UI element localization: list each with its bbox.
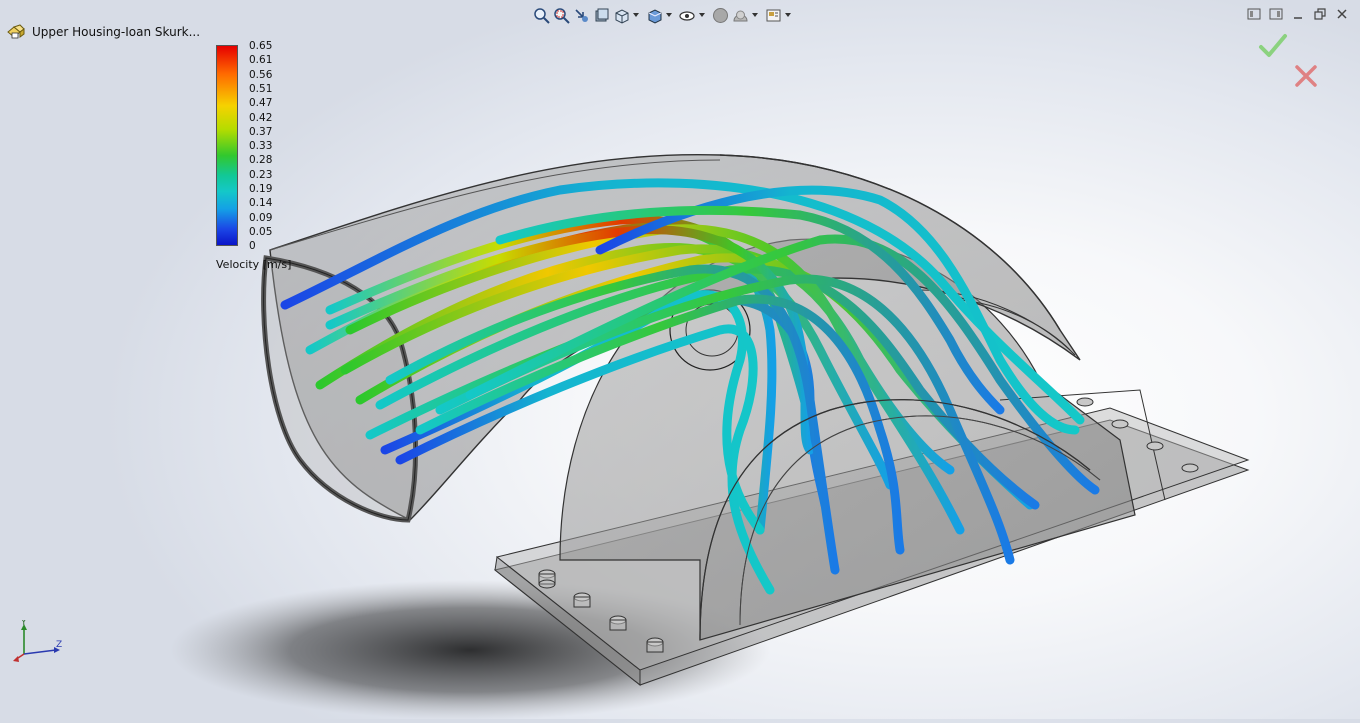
legend-tick-label: 0.47 — [249, 97, 273, 110]
previous-view-icon — [574, 8, 588, 22]
section-view-icon — [595, 8, 608, 21]
edit-appearance-icon — [712, 7, 728, 23]
restore-icon — [1314, 8, 1326, 20]
legend-tick-label: 0.33 — [249, 140, 273, 153]
legend-tick-label: 0.14 — [249, 197, 273, 210]
hide-show-items-button[interactable] — [678, 5, 696, 25]
minimize-icon — [1294, 17, 1302, 19]
legend-tick-label: 0.56 — [249, 68, 273, 81]
view-orientation-dropdown[interactable] — [632, 5, 639, 25]
apply-scene-button[interactable] — [731, 5, 749, 25]
minimize-button[interactable] — [1290, 6, 1306, 22]
restore-button[interactable] — [1312, 6, 1328, 22]
legend-tick-label: 0.19 — [249, 183, 273, 195]
flow-trajectories-model — [170, 153, 1250, 720]
hide-show-items-dropdown[interactable] — [698, 5, 705, 25]
zoom-to-area-button[interactable] — [552, 5, 570, 25]
confirm-checkmark-icon[interactable] — [1258, 32, 1288, 60]
view-settings-dropdown[interactable] — [784, 5, 791, 25]
close-button[interactable] — [1334, 6, 1350, 22]
legend-tick-label: 0.61 — [249, 54, 273, 67]
view-orientation-icon — [615, 8, 628, 24]
legend-tick-label: 0.23 — [249, 168, 273, 181]
view-settings-button[interactable] — [764, 5, 782, 25]
apply-scene-icon — [732, 10, 748, 21]
legend-tick-label: 0.05 — [249, 225, 273, 238]
cancel-x-icon[interactable] — [1292, 62, 1320, 90]
zoom-to-area-icon — [553, 7, 570, 24]
triad-z-label: Z — [56, 640, 62, 650]
tile-horizontal-button[interactable] — [1246, 6, 1262, 22]
previous-view-button[interactable] — [572, 5, 590, 25]
tile-vertical-icon — [1269, 8, 1283, 20]
heads-up-view-toolbar — [532, 4, 795, 26]
feature-tree-part[interactable]: Upper Housing-Ioan Skurk... — [6, 22, 200, 42]
display-style-button[interactable] — [645, 5, 663, 25]
window-controls — [1246, 6, 1350, 22]
triad-y-label: Y — [20, 620, 27, 628]
chevron-down-icon — [784, 13, 791, 17]
chevron-down-icon — [751, 13, 758, 17]
chevron-down-icon — [698, 13, 705, 17]
view-orientation-button[interactable] — [612, 5, 630, 25]
tile-vertical-button[interactable] — [1268, 6, 1284, 22]
hide-show-items-icon — [678, 10, 695, 21]
legend-tick-label: 0.42 — [249, 111, 273, 124]
legend-tick-label: 0.28 — [249, 154, 273, 167]
legend-title: Velocity [m/s] — [216, 258, 292, 271]
graphics-viewport[interactable]: Upper Housing-Ioan Skurk... 0.65 0.61 0.… — [0, 0, 1360, 720]
edit-appearance-button[interactable] — [711, 5, 729, 25]
reference-triad: Y Z — [13, 620, 62, 662]
display-style-icon — [648, 8, 661, 24]
part-icon — [7, 24, 25, 39]
velocity-legend: 0.65 0.61 0.56 0.51 0.47 0.42 0.37 0.33 0.28 0.23… — [214, 40, 314, 280]
display-style-dropdown[interactable] — [665, 5, 672, 25]
legend-tick-label: 0 — [249, 240, 256, 253]
zoom-to-fit-icon — [533, 7, 550, 24]
legend-tick-label: 0.09 — [249, 211, 273, 224]
legend-color-bar — [216, 45, 238, 246]
zoom-to-fit-button[interactable] — [532, 5, 550, 25]
legend-tick-label: 0.51 — [249, 82, 273, 95]
view-settings-icon — [766, 9, 780, 21]
close-icon — [1337, 9, 1347, 19]
chevron-down-icon — [632, 13, 639, 17]
apply-scene-dropdown[interactable] — [751, 5, 758, 25]
legend-tick-label: 0.65 — [249, 40, 273, 52]
part-name: Upper Housing-Ioan Skurk... — [32, 25, 201, 39]
tile-horizontal-icon — [1247, 8, 1261, 20]
section-view-button[interactable] — [592, 5, 610, 25]
legend-tick-label: 0.37 — [249, 125, 273, 138]
chevron-down-icon — [665, 13, 672, 17]
